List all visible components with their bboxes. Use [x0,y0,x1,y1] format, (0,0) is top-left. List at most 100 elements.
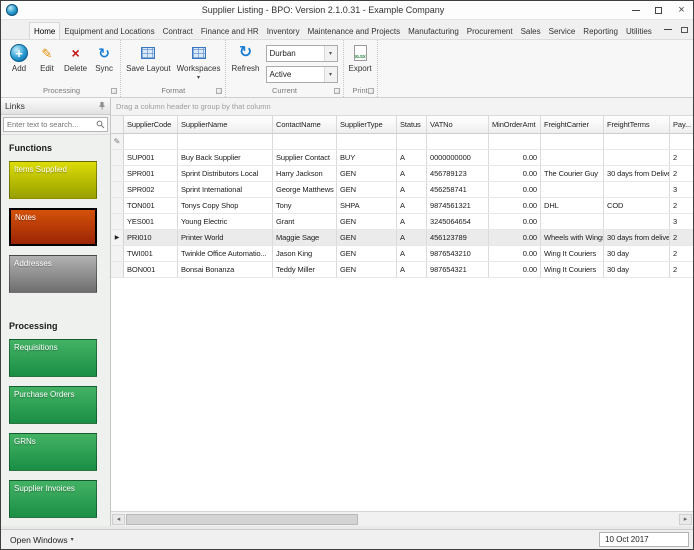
cell-freightterms [604,214,670,229]
mdi-restore-button[interactable] [679,25,689,34]
filter-cell-vatno[interactable] [427,134,489,149]
row-indicator [111,262,124,277]
group-dialog-launcher-icon[interactable] [216,88,223,94]
tab-home[interactable]: Home [29,22,61,39]
filter-cell-minorderamt[interactable] [489,134,541,149]
grid-corner-box [111,116,124,133]
cell-vatno: 3245064654 [427,214,489,229]
tab-inventory[interactable]: Inventory [263,23,304,39]
filter-cell-status[interactable] [397,134,427,149]
tab-contract[interactable]: Contract [159,23,197,39]
filter-cell-freightterms[interactable] [604,134,670,149]
workspaces-button[interactable]: Workspaces ▾ [174,42,224,81]
group-dialog-launcher-icon[interactable] [367,88,374,94]
table-row-ton001[interactable]: TON001 Tonys Copy Shop Tony SHPA A 9874561321… [111,198,693,214]
site-combo[interactable]: Durban ▾ [265,45,338,62]
open-windows-label: Open Windows [10,534,68,545]
tab-manufacturing[interactable]: Manufacturing [404,23,463,39]
minimize-button[interactable] [624,1,647,19]
tab-maintenance-and-projects[interactable]: Maintenance and Projects [304,23,405,39]
cell-freightterms [604,182,670,197]
table-row-sup001[interactable]: SUP001 Buy Back Supplier Supplier Contact B… [111,150,693,166]
chevron-down-icon[interactable]: ▾ [323,67,337,82]
cell-vatno: 9874561321 [427,198,489,213]
table-row-twi001[interactable]: TWI001 Twinkle Office Automatio... Jason K… [111,246,693,262]
edit-button[interactable]: ✎ Edit [33,42,61,74]
filter-cell-suppliername[interactable] [178,134,273,149]
filter-cell-pay[interactable] [670,134,693,149]
scroll-left-icon[interactable]: ◂ [112,513,125,525]
refresh-button[interactable]: ↻ Refresh [228,42,262,74]
tab-procurement[interactable]: Procurement [463,23,517,39]
table-row-spr001[interactable]: SPR001 Sprint Distributors Local Harry Jac… [111,166,693,182]
cell-suppliertype: GEN [337,166,397,181]
tab-finance-and-hr[interactable]: Finance and HR [197,23,263,39]
column-header-suppliertype[interactable]: SupplierType [337,116,397,133]
horizontal-scrollbar[interactable]: ◂ ▸ [111,511,693,526]
maximize-button[interactable] [647,1,670,19]
tab-service[interactable]: Service [545,23,580,39]
column-header-pay[interactable]: Pay... [670,116,693,133]
filter-cell-freightcarrier[interactable] [541,134,604,149]
column-header-suppliername[interactable]: SupplierName [178,116,273,133]
filter-cell-suppliertype[interactable] [337,134,397,149]
group-dialog-launcher-icon[interactable] [111,88,118,94]
tab-reporting[interactable]: Reporting [579,23,622,39]
save-layout-button[interactable]: Save Layout [123,42,173,74]
cell-status: A [397,214,427,229]
scrollbar-track[interactable] [126,513,678,525]
sidebar-item-purchase-orders[interactable]: Purchase Orders [9,386,97,424]
filter-cell-suppliercode[interactable] [124,134,178,149]
column-header-contactname[interactable]: ContactName [273,116,337,133]
close-button[interactable]: × [670,1,693,19]
tab-utilities[interactable]: Utilities [622,23,656,39]
column-header-suppliercode[interactable]: SupplierCode [124,116,178,133]
scroll-right-icon[interactable]: ▸ [679,513,692,525]
save-layout-icon-holder [141,43,156,63]
cell-suppliercode: TON001 [124,198,178,213]
cell-freightcarrier: The Courier Guy [541,166,604,181]
status-bar: Open Windows ▾ 10 Oct 2017 [1,529,693,549]
table-row-yes001[interactable]: YES001 Young Electric Grant GEN A 3245064654 0… [111,214,693,230]
column-header-freightcarrier[interactable]: FreightCarrier [541,116,604,133]
scrollbar-thumb[interactable] [126,513,358,525]
group-by-panel[interactable]: Drag a column header to group by that co… [111,98,693,116]
column-header-freightterms[interactable]: FreightTerms [604,116,670,133]
cell-minorderamt: 0.00 [489,182,541,197]
open-windows-button[interactable]: Open Windows ▾ [5,533,79,547]
sidebar-item-addresses[interactable]: Addresses [9,255,97,293]
add-button[interactable]: + Add [5,42,33,74]
tab-sales[interactable]: Sales [517,23,545,39]
pin-icon[interactable] [97,97,106,115]
ribbon-group-caption-current: Current [228,84,340,97]
tab-equipment-and-locations[interactable]: Equipment and Locations [60,23,158,39]
chevron-down-icon[interactable]: ▾ [323,46,337,61]
row-indicator [111,182,124,197]
column-header-minorderamt[interactable]: MinOrderAmt [489,116,541,133]
date-field[interactable]: 10 Oct 2017 [599,532,689,547]
grid-filter-row[interactable]: ✎ [111,134,693,150]
status-combo[interactable]: Active ▾ [265,66,338,83]
cell-vatno: 456789123 [427,166,489,181]
table-row-bon001[interactable]: BON001 Bonsai Bonanza Teddy Miller GEN A 9876… [111,262,693,278]
sync-button[interactable]: ↻ Sync [90,42,118,74]
table-row-spr002[interactable]: SPR002 Sprint International George Matthew… [111,182,693,198]
column-header-status[interactable]: Status [397,116,427,133]
search-icon[interactable] [94,120,107,129]
table-row-pri010[interactable]: ▶ PRI010 Printer World Maggie Sage GEN A 45612… [111,230,693,246]
column-header-vatno[interactable]: VATNo [427,116,489,133]
sidebar-item-items-supplied[interactable]: Items Supplied [9,161,97,199]
search-input[interactable] [4,120,94,129]
sidebar-item-supplier-invoices[interactable]: Supplier Invoices [9,480,97,518]
workspaces-icon [191,47,206,59]
delete-button[interactable]: × Delete [61,42,90,74]
cell-suppliercode: SPR002 [124,182,178,197]
sidebar-item-requisitions[interactable]: Requisitions [9,339,97,377]
sidebar-item-notes[interactable]: Notes [9,208,97,246]
filter-cell-contactname[interactable] [273,134,337,149]
mdi-minimize-button[interactable] [663,25,673,34]
sidebar-item-grns[interactable]: GRNs [9,433,97,471]
export-button[interactable]: XLSX Export [346,42,375,74]
app-window: Supplier Listing - BPO: Version 2.1.0.31… [0,0,694,550]
group-dialog-launcher-icon[interactable] [333,88,340,94]
